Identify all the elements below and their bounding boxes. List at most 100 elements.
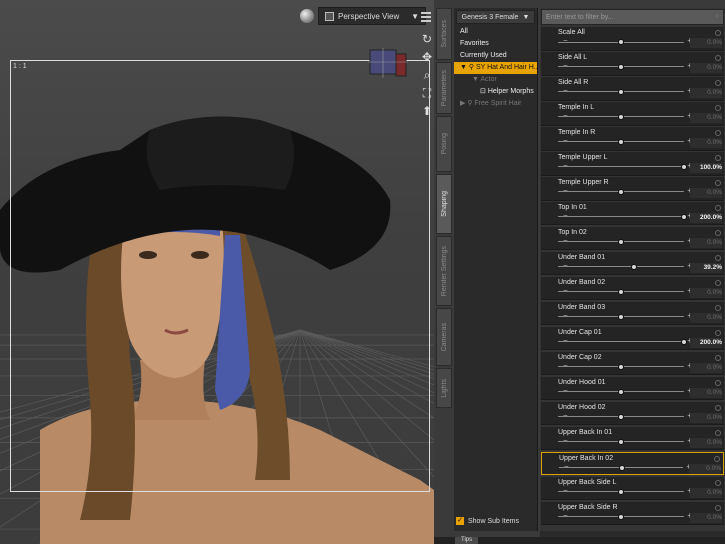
property-slider[interactable]: Upper Back In 02−+0.0% xyxy=(541,451,724,476)
slider-value[interactable]: 0.0% xyxy=(692,114,722,122)
slider-knob[interactable] xyxy=(618,413,624,420)
slider-value[interactable]: 0.0% xyxy=(692,489,722,497)
filter-input[interactable]: Enter text to filter by... ⌕ xyxy=(541,9,724,25)
slider-value[interactable]: 0.0% xyxy=(691,465,721,473)
frame-icon[interactable]: ⛶ xyxy=(420,86,434,100)
slider-value[interactable]: 39.2% xyxy=(692,264,722,272)
reset-camera-icon[interactable]: ⬆ xyxy=(420,104,434,118)
orbit-icon[interactable]: ↻ xyxy=(420,32,434,46)
slider-knob[interactable] xyxy=(618,363,624,370)
property-slider[interactable]: Under Cap 01−+200.0% xyxy=(541,326,724,351)
tab-render-settings[interactable]: Render Settings xyxy=(436,236,452,306)
decrement-icon[interactable]: − xyxy=(563,236,568,245)
slider-value[interactable]: 0.0% xyxy=(692,64,722,72)
list-item[interactable]: ▼ Actor xyxy=(454,74,537,86)
slider-track[interactable] xyxy=(558,166,684,168)
slider-knob[interactable] xyxy=(618,113,624,120)
3d-viewport[interactable]: 1 : 1 Perspective View ▼ ↻ ✥ ⌕ ⛶ ⬆ xyxy=(0,0,434,544)
list-item[interactable]: Favorites xyxy=(454,38,537,50)
decrement-icon[interactable]: − xyxy=(564,462,569,471)
property-slider[interactable]: Top In 02−+0.0% xyxy=(541,226,724,251)
slider-knob[interactable] xyxy=(618,138,624,145)
tab-surfaces[interactable]: Surfaces xyxy=(436,8,452,60)
gear-icon[interactable] xyxy=(715,229,721,236)
property-slider[interactable]: Upper Back Side R−+0.0% xyxy=(541,501,724,526)
property-slider[interactable]: Temple Upper R−+0.0% xyxy=(541,176,724,201)
gear-icon[interactable] xyxy=(715,30,721,36)
decrement-icon[interactable]: − xyxy=(563,36,568,45)
slider-knob[interactable] xyxy=(681,338,687,345)
slider-knob[interactable] xyxy=(681,213,687,220)
property-slider[interactable]: Top In 01−+200.0% xyxy=(541,201,724,226)
gear-icon[interactable] xyxy=(715,304,721,311)
gear-icon[interactable] xyxy=(715,504,721,511)
figure-dropdown[interactable]: Genesis 3 Female ▼ xyxy=(456,10,535,24)
property-slider[interactable]: Under Hood 01−+0.0% xyxy=(541,376,724,401)
property-slider[interactable]: Under Cap 02−+0.0% xyxy=(541,351,724,376)
gear-icon[interactable] xyxy=(715,379,721,386)
gear-icon[interactable] xyxy=(715,79,721,86)
slider-knob[interactable] xyxy=(618,288,624,295)
property-slider[interactable]: Scale All−+0.0% xyxy=(541,27,724,51)
draw-style-icon[interactable] xyxy=(300,9,314,23)
property-slider[interactable]: Under Band 03−+0.0% xyxy=(541,301,724,326)
property-slider[interactable]: Under Band 01−+39.2% xyxy=(541,251,724,276)
decrement-icon[interactable]: − xyxy=(563,136,568,145)
tab-tips[interactable]: Tips xyxy=(455,537,479,544)
gear-icon[interactable] xyxy=(715,154,721,161)
slider-value[interactable]: 200.0% xyxy=(692,339,722,347)
tree-node-icon[interactable]: ▼ ⚲ xyxy=(460,64,476,71)
tab-posing[interactable]: Posing xyxy=(436,116,452,172)
list-item[interactable]: Currently Used xyxy=(454,50,537,62)
gear-icon[interactable] xyxy=(715,329,721,336)
gear-icon[interactable] xyxy=(715,54,721,61)
pan-icon[interactable]: ✥ xyxy=(420,50,434,64)
decrement-icon[interactable]: − xyxy=(563,386,568,395)
gear-icon[interactable] xyxy=(715,129,721,136)
decrement-icon[interactable]: − xyxy=(563,336,568,345)
slider-knob[interactable] xyxy=(619,464,625,471)
decrement-icon[interactable]: − xyxy=(563,186,568,195)
slider-knob[interactable] xyxy=(618,388,624,395)
property-slider[interactable]: Under Hood 02−+0.0% xyxy=(541,401,724,426)
slider-value[interactable]: 0.0% xyxy=(692,139,722,147)
slider-value[interactable]: 200.0% xyxy=(692,214,722,222)
property-slider[interactable]: Side All L−+0.0% xyxy=(541,51,724,76)
slider-value[interactable]: 0.0% xyxy=(692,289,722,297)
list-item[interactable]: ⊡ Helper Morphs xyxy=(454,86,537,98)
decrement-icon[interactable]: − xyxy=(563,86,568,95)
slider-knob[interactable] xyxy=(618,63,624,70)
gear-icon[interactable] xyxy=(715,254,721,261)
slider-value[interactable]: 100.0% xyxy=(692,164,722,172)
gear-icon[interactable] xyxy=(715,179,721,186)
slider-value[interactable]: 0.0% xyxy=(692,314,722,322)
slider-value[interactable]: 0.0% xyxy=(692,414,722,422)
zoom-icon[interactable]: ⌕ xyxy=(420,68,434,82)
decrement-icon[interactable]: − xyxy=(563,261,568,270)
tree-node-icon[interactable]: ▶ ⚲ xyxy=(460,100,474,107)
property-slider[interactable]: Temple In L−+0.0% xyxy=(541,101,724,126)
slider-knob[interactable] xyxy=(618,438,624,445)
slider-value[interactable]: 0.0% xyxy=(692,39,722,47)
property-slider[interactable]: Temple In R−+0.0% xyxy=(541,126,724,151)
property-slider[interactable]: Upper Back Side L−+0.0% xyxy=(541,476,724,501)
navigation-cube[interactable] xyxy=(368,48,408,78)
decrement-icon[interactable]: − xyxy=(563,511,568,520)
gear-icon[interactable] xyxy=(715,429,721,436)
property-slider[interactable]: Temple Upper L−+100.0% xyxy=(541,151,724,176)
gear-icon[interactable] xyxy=(715,279,721,286)
property-slider[interactable]: Side All R−+0.0% xyxy=(541,76,724,101)
tree-node-icon[interactable]: ▼ xyxy=(472,76,481,83)
list-item[interactable]: All xyxy=(454,26,537,38)
slider-value[interactable]: 0.0% xyxy=(692,364,722,372)
slider-knob[interactable] xyxy=(618,513,624,520)
gear-icon[interactable] xyxy=(715,479,721,486)
slider-knob[interactable] xyxy=(618,39,624,45)
gear-icon[interactable] xyxy=(715,354,721,361)
decrement-icon[interactable]: − xyxy=(563,311,568,320)
slider-knob[interactable] xyxy=(681,163,687,170)
slider-knob[interactable] xyxy=(630,263,637,270)
decrement-icon[interactable]: − xyxy=(563,436,568,445)
decrement-icon[interactable]: − xyxy=(563,111,568,120)
list-item[interactable]: ▼ ⚲ SY Hat And Hair H... xyxy=(454,62,537,74)
